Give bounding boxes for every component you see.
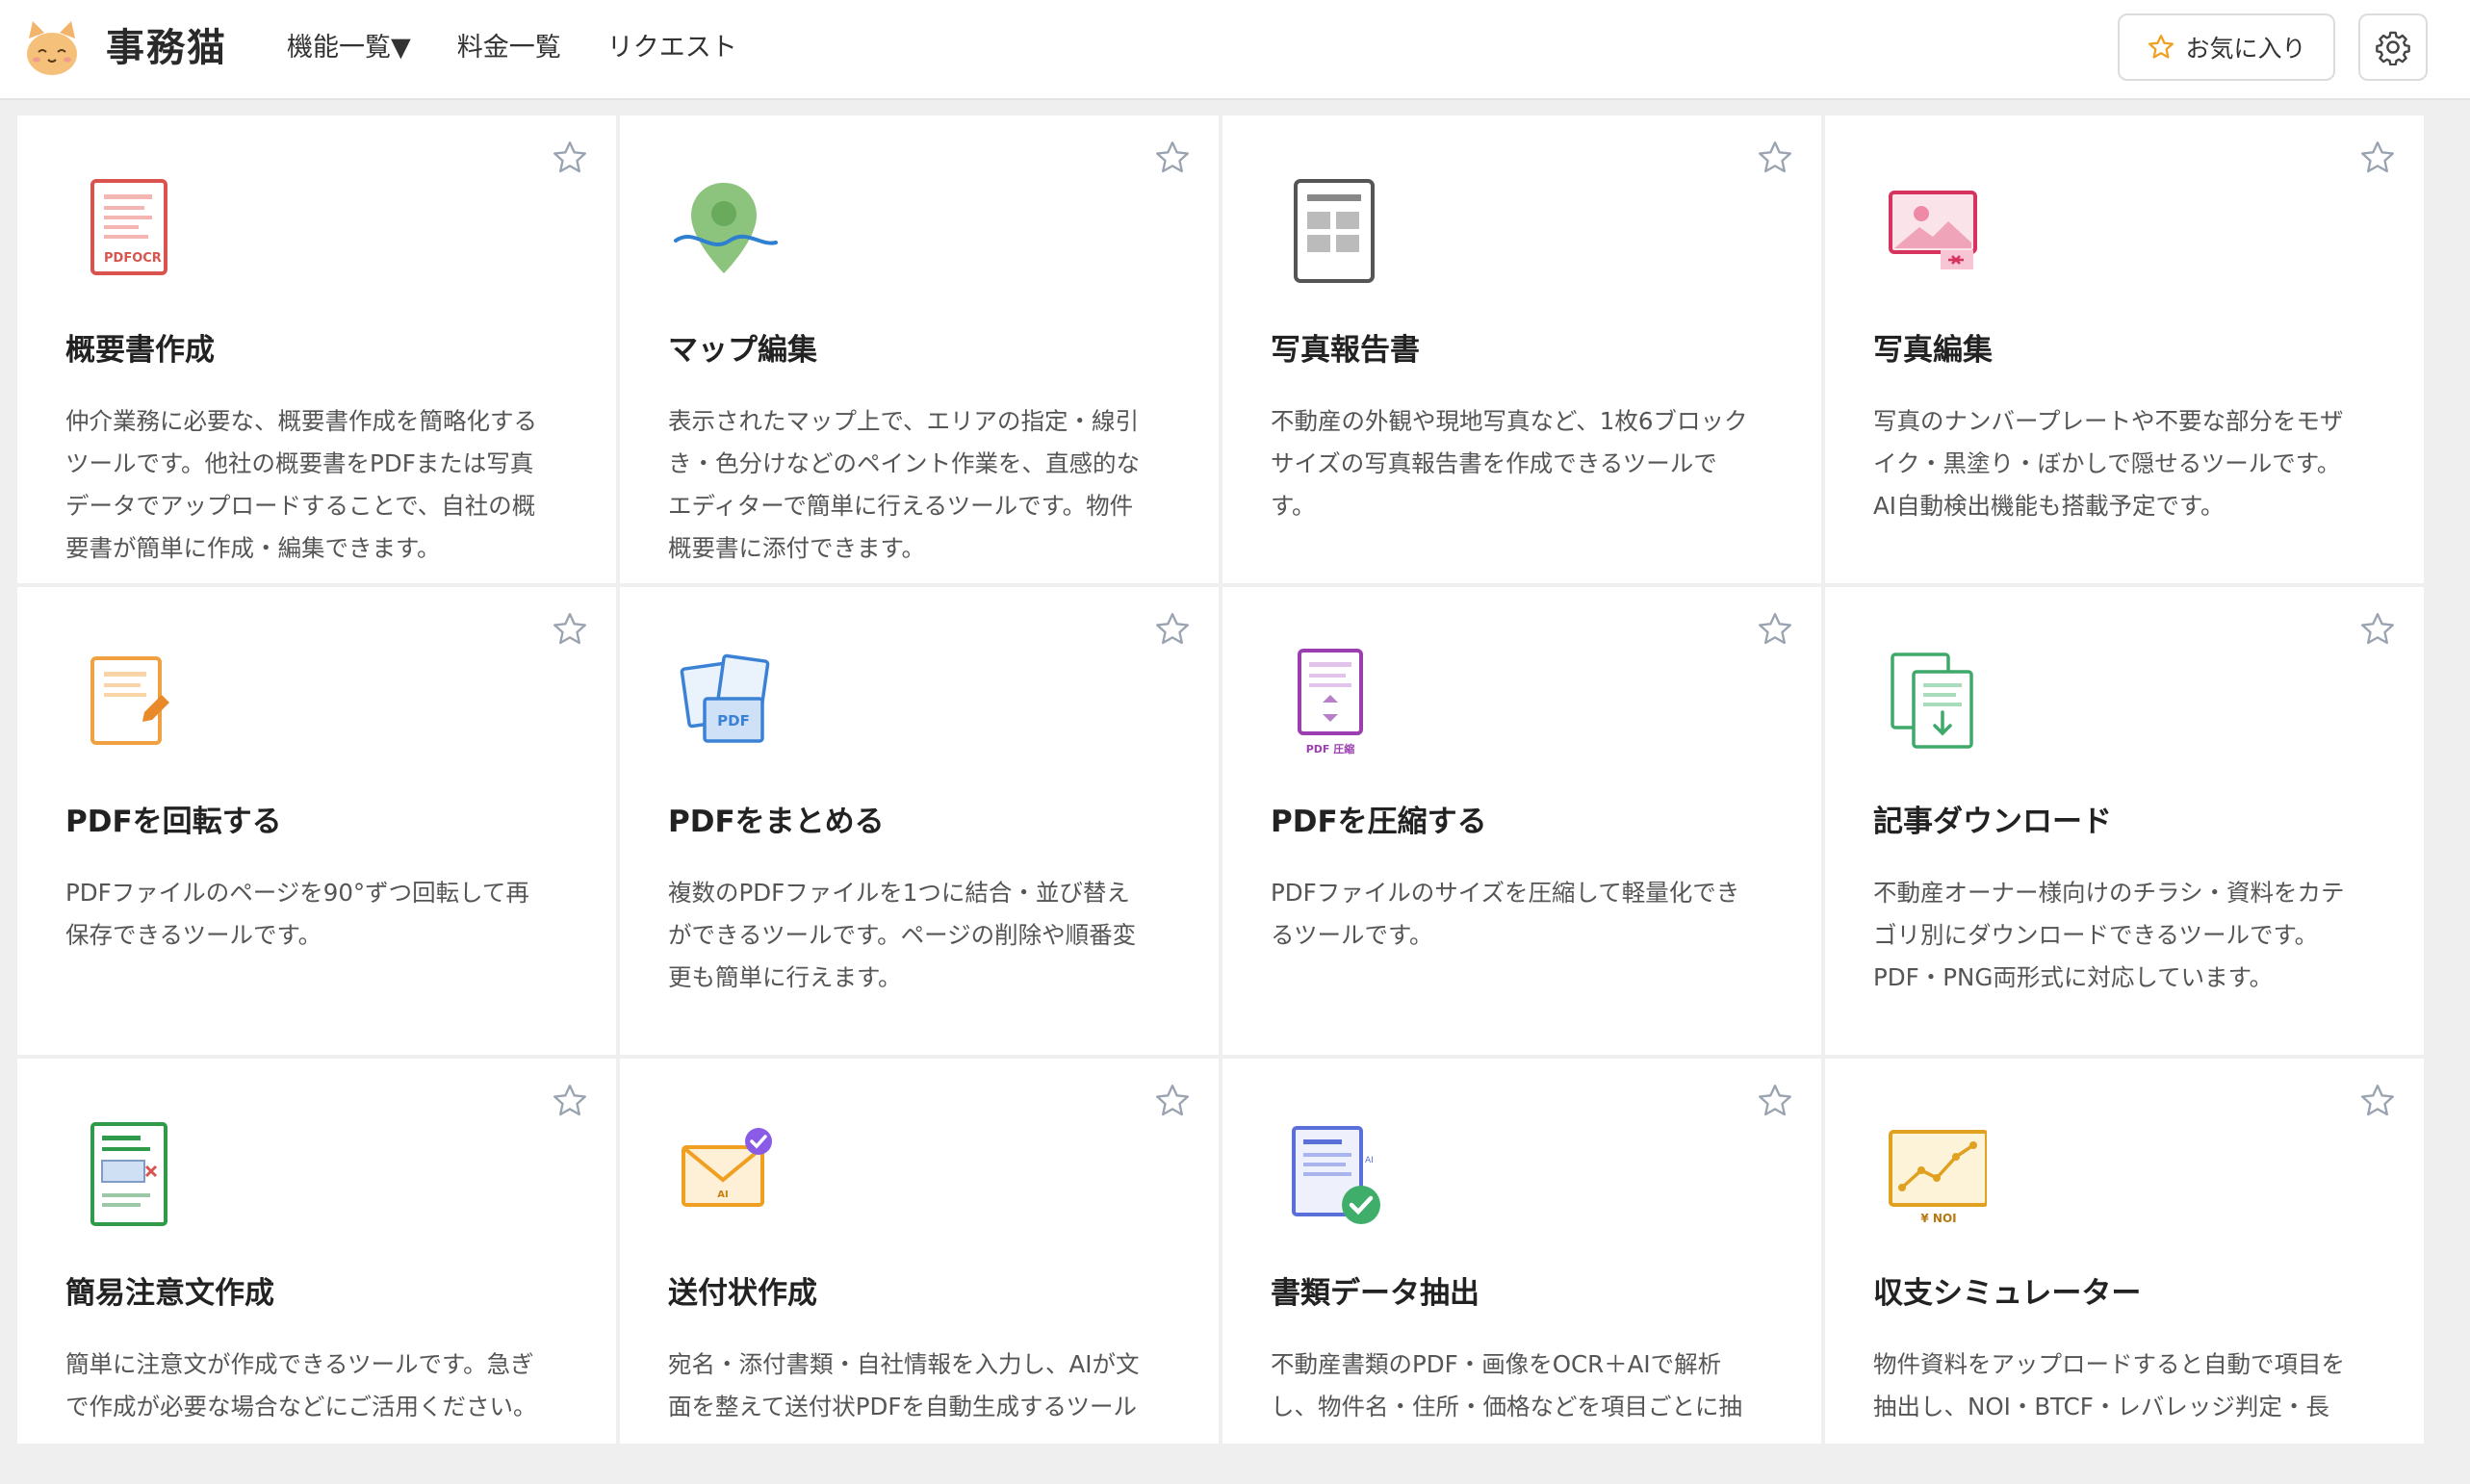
tool-card-photo-report[interactable]: 写真報告書 不動産の外観や現地写真など、1枚6ブロック サイズの写真報告書を作成… bbox=[1222, 115, 1821, 583]
document-download-icon bbox=[1891, 652, 1973, 749]
card-description: 簡単に注意文が作成できるツールです。急ぎ で作成が必要な場合などにご活用ください… bbox=[65, 1350, 537, 1420]
card-title: PDFをまとめる bbox=[668, 805, 885, 839]
card-description: 不動産の外観や現地写真など、1枚6ブロック サイズの写真報告書を作成できるツール… bbox=[1271, 407, 1748, 520]
tool-card-photo-edit[interactable]: 写真編集 写真のナンバープレートや不要な部分をモザ イク・黒塗り・ぼかしで隠せる… bbox=[1825, 115, 2424, 583]
tool-card-document-extract[interactable]: AI 書類データ抽出 不動産書類のPDF・画像をOCR＋AIで解析 し、物件名・… bbox=[1222, 1059, 1821, 1444]
favorite-star-icon[interactable] bbox=[1153, 610, 1192, 649]
svg-text:PDFOCR: PDFOCR bbox=[104, 251, 162, 266]
tool-card-pdf-merge[interactable]: PDF PDFをまとめる 複数のPDFファイルを1つに結合・並び替え ができるツ… bbox=[620, 587, 1219, 1055]
tool-card-article-download[interactable]: 記事ダウンロード 不動産オーナー様向けのチラシ・資料をカテ ゴリ別にダウンロード… bbox=[1825, 587, 2424, 1055]
svg-text:AI: AI bbox=[1365, 1156, 1374, 1165]
svg-text:AI: AI bbox=[717, 1190, 728, 1200]
card-title: マップ編集 bbox=[668, 333, 817, 368]
tool-card-notice-create[interactable]: 簡易注意文作成 簡単に注意文が作成できるツールです。急ぎ で作成が必要な場合など… bbox=[17, 1059, 616, 1444]
card-title: 概要書作成 bbox=[65, 333, 215, 368]
card-description: 複数のPDFファイルを1つに結合・並び替え ができるツールです。ページの削除や順… bbox=[668, 879, 1137, 991]
cat-logo-icon[interactable] bbox=[21, 17, 83, 79]
card-description: 表示されたマップ上で、エリアの指定・線引 き・色分けなどのペイント作業を、直感的… bbox=[668, 407, 1140, 562]
favorite-star-icon[interactable] bbox=[1756, 139, 1794, 177]
nav-pricing[interactable]: 料金一覧 bbox=[457, 27, 561, 69]
card-title: 収支シミュレーター bbox=[1873, 1276, 2142, 1311]
svg-text:¥ NOI: ¥ NOI bbox=[1920, 1212, 1956, 1225]
favorite-star-icon[interactable] bbox=[551, 139, 589, 177]
card-title: PDFを圧縮する bbox=[1271, 805, 1487, 839]
card-description: 写真のナンバープレートや不要な部分をモザ イク・黒塗り・ぼかしで隠せるツールです… bbox=[1873, 407, 2344, 520]
card-description: 仲介業務に必要な、概要書作成を簡略化する ツールです。他社の概要書をPDFまたは… bbox=[65, 407, 537, 562]
favorite-star-icon[interactable] bbox=[2358, 139, 2397, 177]
settings-button[interactable] bbox=[2358, 13, 2428, 81]
tool-card-grid: PDFOCR 概要書作成 仲介業務に必要な、概要書作成を簡略化する ツールです。… bbox=[17, 115, 2428, 1444]
tool-card-cover-letter[interactable]: AI 送付状作成 宛名・添付書類・自社情報を入力し、AIが文 面を整えて送付状P… bbox=[620, 1059, 1219, 1444]
tool-card-pdf-rotate[interactable]: PDFを回転する PDFファイルのページを90°ずつ回転して再 保存できるツール… bbox=[17, 587, 616, 1055]
document-extract-icon: AI bbox=[1292, 1126, 1380, 1224]
favorites-label: お気に入り bbox=[2185, 35, 2306, 63]
card-title: 写真編集 bbox=[1873, 333, 1993, 368]
tool-card-overview-sheet[interactable]: PDFOCR 概要書作成 仲介業務に必要な、概要書作成を簡略化する ツールです。… bbox=[17, 115, 616, 583]
favorite-star-icon[interactable] bbox=[2358, 1082, 2397, 1120]
map-pin-icon bbox=[674, 183, 778, 273]
favorite-star-icon[interactable] bbox=[1153, 139, 1192, 177]
card-description: PDFファイルのサイズを圧縮して軽量化でき るツールです。 bbox=[1271, 879, 1740, 949]
card-description: 不動産書類のPDF・画像をOCR＋AIで解析 し、物件名・住所・価格などを項目ご… bbox=[1271, 1350, 1742, 1420]
favorites-button[interactable]: お気に入り bbox=[2118, 13, 2335, 81]
notice-form-icon bbox=[90, 1122, 167, 1226]
pdf-merge-icon: PDF bbox=[680, 653, 770, 743]
favorite-star-icon[interactable] bbox=[1153, 1082, 1192, 1120]
tool-card-income-simulator[interactable]: ¥ NOI 収支シミュレーター 物件資料をアップロードすると自動で項目を 抽出し… bbox=[1825, 1059, 2424, 1444]
card-title: PDFを回転する bbox=[65, 805, 282, 839]
pdf-rotate-icon bbox=[90, 656, 169, 745]
main-nav: 機能一覧▼ 料金一覧 リクエスト bbox=[287, 27, 737, 69]
app-header: 事務猫 機能一覧▼ 料金一覧 リクエスト お気に入り bbox=[0, 0, 2470, 100]
tool-card-pdf-compress[interactable]: PDF 圧縮 PDFを圧縮する PDFファイルのサイズを圧縮して軽量化でき るツ… bbox=[1222, 587, 1821, 1055]
card-title: 書類データ抽出 bbox=[1271, 1276, 1479, 1311]
nav-request[interactable]: リクエスト bbox=[607, 27, 737, 69]
favorite-star-icon[interactable] bbox=[551, 1082, 589, 1120]
card-description: 不動産オーナー様向けのチラシ・資料をカテ ゴリ別にダウンロードできるツールです。… bbox=[1873, 879, 2345, 991]
nav-features-dropdown[interactable]: 機能一覧▼ bbox=[287, 27, 411, 69]
favorite-star-icon[interactable] bbox=[551, 610, 589, 649]
card-description: 物件資料をアップロードすると自動で項目を 抽出し、NOI・BTCF・レバレッジ判… bbox=[1873, 1350, 2345, 1420]
photo-report-icon bbox=[1294, 179, 1375, 283]
gear-icon bbox=[2376, 31, 2410, 65]
star-outline-icon bbox=[2148, 35, 2174, 59]
photo-edit-icon bbox=[1889, 191, 1977, 269]
card-title: 簡易注意文作成 bbox=[65, 1276, 274, 1311]
card-description: PDFファイルのページを90°ずつ回転して再 保存できるツールです。 bbox=[65, 879, 529, 949]
card-title: 記事ダウンロード bbox=[1873, 805, 2112, 839]
favorite-star-icon[interactable] bbox=[2358, 610, 2397, 649]
favorite-star-icon[interactable] bbox=[1756, 1082, 1794, 1120]
pdf-ocr-icon: PDFOCR bbox=[90, 179, 167, 275]
ai-envelope-icon: AI bbox=[682, 1128, 772, 1207]
svg-text:PDF: PDF bbox=[717, 712, 750, 729]
income-chart-icon: ¥ NOI bbox=[1889, 1130, 1987, 1225]
brand-name[interactable]: 事務猫 bbox=[106, 21, 227, 75]
card-title: 写真報告書 bbox=[1271, 333, 1420, 368]
card-description: 宛名・添付書類・自社情報を入力し、AIが文 面を整えて送付状PDFを自動生成する… bbox=[668, 1350, 1140, 1420]
favorite-star-icon[interactable] bbox=[1756, 610, 1794, 649]
svg-text:PDF 圧縮: PDF 圧縮 bbox=[1306, 742, 1355, 755]
pdf-compress-icon: PDF 圧縮 bbox=[1298, 649, 1363, 755]
card-title: 送付状作成 bbox=[668, 1276, 817, 1311]
tool-card-map-edit[interactable]: マップ編集 表示されたマップ上で、エリアの指定・線引 き・色分けなどのペイント作… bbox=[620, 115, 1219, 583]
